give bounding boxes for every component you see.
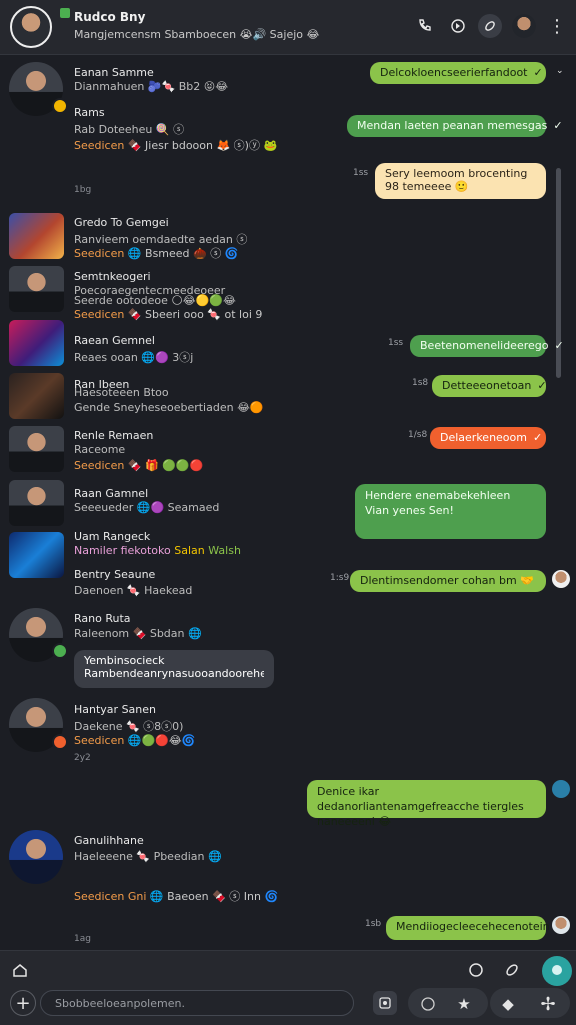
avatar[interactable] [9,830,63,884]
status-dot [52,98,68,114]
chat-preview: Daekene 🍬 ⓢ8ⓢ0) [74,720,184,733]
read-check-icon: ✓ [553,119,563,132]
sticker-icon[interactable] [466,960,486,980]
chat-preview: Haesoteeen Btoo [74,386,169,399]
chat-preview: Seerde ootodeoe 🌕😂🟡🟢😂 [74,294,236,307]
avatar[interactable] [9,426,64,472]
chat-name[interactable]: Bentry Seaune [74,568,155,581]
chat-name[interactable]: Uam Rangeck [74,530,150,543]
attach-icon[interactable] [502,960,522,980]
avatar[interactable] [9,373,64,419]
message-time: 1sb [365,919,382,929]
chat-preview-highlight: Seedicen Gni 🌐 Baeoen 🍫 ⓢ Inn 🌀 [74,890,279,903]
message-input[interactable]: Sbobbeeloeanpolemen. [40,990,354,1016]
contact-avatar[interactable] [10,6,52,48]
chat-name[interactable]: Gredo To Gemgei [74,216,169,229]
status-dot [52,734,68,750]
voice-call-icon[interactable] [413,14,437,38]
avatar[interactable] [9,213,64,259]
chat-preview: Gende Sneyheseoebertiaden 😂🟠 [74,401,264,414]
camera-icon[interactable] [373,991,397,1015]
status-badge [60,8,70,18]
chat-preview-highlight: Seedicen 🍫 Jiesr bdooon 🦊 ⓢ)ⓨ 🐸 [74,139,278,152]
chat-preview: Raceome [74,443,126,456]
chat-header: Rudco Bny Mangjemcensm Sbamboecen 😭🔊 Saj… [0,0,576,55]
sparkle-icon[interactable]: ✢ [536,992,560,1016]
contact-status: Mangjemcensm Sbamboecen 😭🔊 Sajejo 😂 [74,28,320,41]
link-icon[interactable] [478,14,502,38]
assistant-icon[interactable] [542,956,572,986]
chat-name[interactable]: Raean Gemnel [74,334,155,347]
gift-icon[interactable]: ◆ [496,992,520,1016]
avatar[interactable] [9,532,64,578]
chat-preview: Namiler fiekotoko Salan Walsh [74,544,241,557]
sender-avatar [552,780,570,798]
chat-name[interactable]: Semtnkeogeri [74,270,151,283]
chat-time: 2y2 [74,753,91,763]
avatar[interactable] [9,266,64,312]
chat-time: 1bg [74,185,92,195]
outgoing-message-bubble[interactable]: Mendan laeten peanan memesgas ✓ [347,115,563,137]
outgoing-message-bubble[interactable]: Mendiiogecleecehecenotein✓ [386,916,565,940]
chat-preview-highlight: Seedicen 🍫 Sbeeri ooo 🍬 ot loi 9 [74,308,263,321]
sender-avatar [552,570,570,588]
chat-preview: Haeleeene 🍬 Pbeedian 🌐 [74,850,222,863]
more-options-icon[interactable]: ⋮ [548,14,566,38]
message-time: 1s8 [412,378,429,388]
chat-name[interactable]: Eanan Samme [74,66,154,79]
chat-name[interactable]: Rano Ruta [74,612,131,625]
status-dot [52,643,68,659]
chat-time: 1ag [74,934,91,944]
chat-name[interactable]: Renle Remaen [74,429,153,442]
incoming-message-bubble[interactable]: Yembinsocieck Rambendeanrynasuooandooreh… [74,650,274,688]
chat-name[interactable]: Rams [74,106,105,119]
chat-preview: Reaes ooan 🌐🟣 3ⓢj [74,351,194,364]
chat-preview: Daenoen 🍬 Haekead [74,584,193,597]
outgoing-message-bubble[interactable]: Denice ikar dedanorliantenamgefreacche t… [307,780,546,828]
outgoing-message-bubble[interactable]: Sery leemoom brocenting 98 temeeee 🙂 [375,163,546,199]
chat-preview: Seeeueder 🌐🟣 Seamaed [74,501,220,514]
outgoing-message-bubble[interactable]: Delaerkeneoom ✓ [430,427,546,449]
message-time: 1/s8 [408,430,428,440]
video-call-icon[interactable] [446,14,470,38]
contact-name[interactable]: Rudco Bny [74,10,145,24]
message-time: 1:s9 [330,573,350,583]
chat-preview-highlight: Seedicen 🌐 Bsmeed 🌰 ⓢ 🌀 [74,247,239,260]
chat-name[interactable]: Raan Gamnel [74,487,148,500]
avatar[interactable] [9,480,64,526]
chat-name[interactable]: Ganulihhane [74,834,144,847]
emoji-icon[interactable] [416,992,440,1016]
chat-preview: Dianmahuen 🫐🍬 Bb2 😝😂 [74,80,229,93]
home-icon[interactable] [10,960,30,980]
avatar[interactable] [9,320,64,366]
chevron-down-icon[interactable]: ⌄ [556,66,564,76]
star-icon[interactable]: ★ [452,992,476,1016]
chat-preview: Rab Doteeheu 🍭 ⓢ [74,123,185,136]
add-icon[interactable]: + [10,990,36,1016]
outgoing-message-bubble[interactable]: Dlentimsendomer cohan bm 🤝 [350,570,546,592]
chat-preview-highlight: Seedicen 🌐🟢🔴😂🌀 [74,734,196,747]
read-check-icon: ✓ [533,66,543,79]
sender-avatar [552,916,570,934]
chat-name[interactable]: Hantyar Sanen [74,703,156,716]
chat-preview-highlight: Seedicen 🍫 🎁 🟢🟢🔴 [74,459,204,472]
outgoing-message-bubble[interactable]: Detteeeonetoan ✓ [432,375,547,397]
outgoing-message-bubble[interactable]: Hendere enemabekehleen Vian yenes Sen! [355,484,546,539]
profile-avatar[interactable] [512,14,536,38]
chat-preview: Raleenom 🍫 Sbdan 🌐 [74,627,202,640]
read-check-icon: ✓ [533,431,543,444]
outgoing-message-bubble[interactable]: Beetenomenelideerego ✓ [410,335,564,357]
read-check-icon: ✓ [537,379,547,392]
message-time: 1ss [353,168,369,178]
read-check-icon: ✓ [554,339,564,352]
outgoing-message-bubble[interactable]: Delcokloencseerierfandoot ✓ [370,62,546,84]
message-time: 1ss [388,338,404,348]
